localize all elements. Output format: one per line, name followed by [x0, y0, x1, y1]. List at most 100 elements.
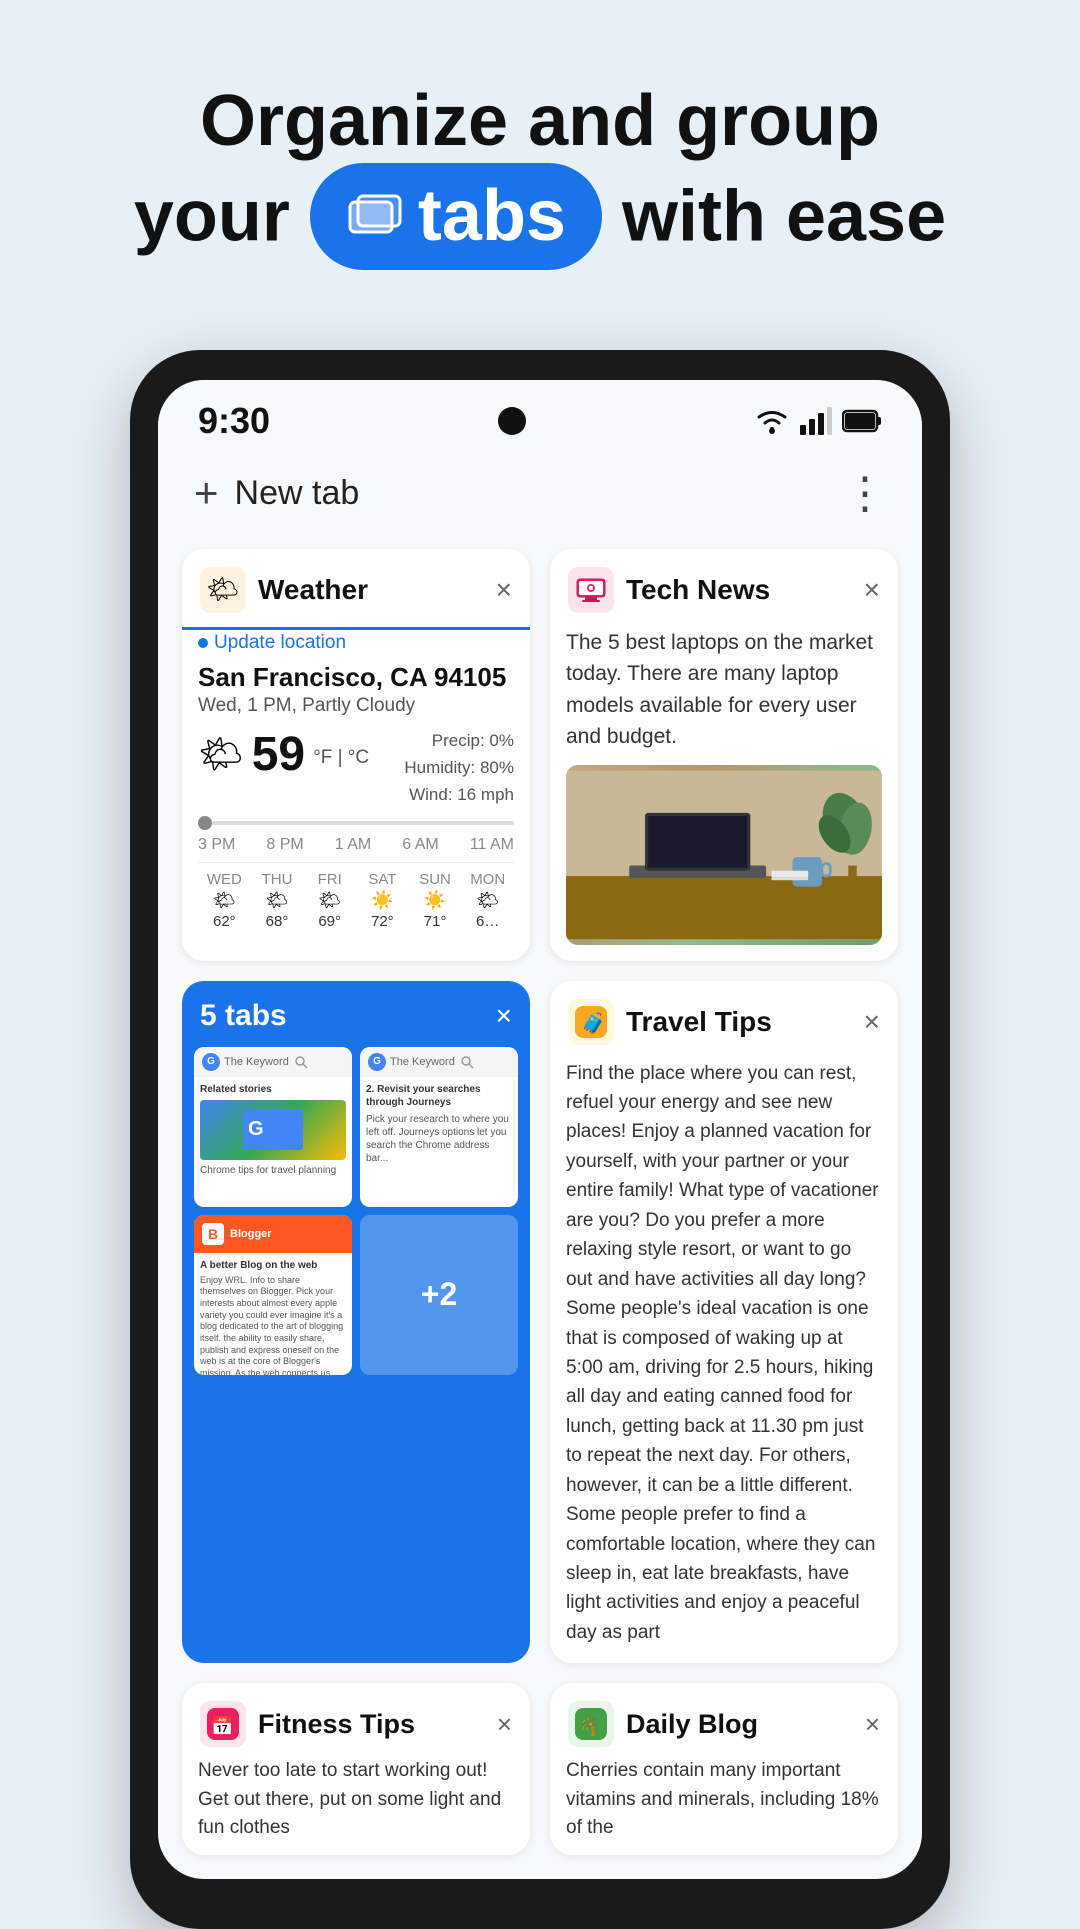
time-11am: 11 AM: [470, 836, 514, 854]
mini-tab-blogger[interactable]: B Blogger A better Blog on the web Enjoy…: [194, 1215, 352, 1375]
status-icons: [754, 407, 882, 435]
new-tab-label: New tab: [235, 474, 360, 513]
weather-emoji: 🌤: [198, 733, 244, 775]
fitness-tips-close-button[interactable]: ×: [497, 1709, 512, 1740]
svg-text:🧳: 🧳: [581, 1011, 606, 1035]
mini-tab-1-content: Related stories G Chrome tips for travel…: [194, 1077, 352, 1183]
tech-news-image: [566, 765, 882, 945]
fitness-tips-text: Never too late to start working out! Get…: [198, 1760, 501, 1838]
time-8pm: 8 PM: [266, 836, 303, 854]
mini-tab-1[interactable]: G The Keyword Related stories G: [194, 1047, 352, 1207]
hero-line1: Organize and group: [200, 81, 880, 161]
time-1am: 1 AM: [335, 836, 371, 854]
mini-tab-1-header: G The Keyword: [194, 1047, 352, 1077]
hero-line2-post: with ease: [622, 176, 946, 256]
travel-tips-card-content: Find the place where you can rest, refue…: [550, 1059, 898, 1664]
weather-icon: 🌤: [200, 567, 246, 613]
travel-tips-icon: 🧳: [568, 999, 614, 1045]
weather-temp-row: 🌤 59 °F | °C Precip: 0% Humidity: 80% Wi…: [198, 727, 514, 809]
weather-unit: °F | °C: [313, 747, 369, 769]
five-tabs-card[interactable]: 5 tabs × G The Keyword Related stories: [182, 981, 530, 1664]
forecast-wed: WED 🌤 62°: [198, 871, 251, 930]
weather-card-header: 🌤 Weather ×: [182, 549, 530, 627]
travel-tips-close-button[interactable]: ×: [864, 1008, 880, 1036]
plus2-badge[interactable]: +2: [360, 1215, 518, 1375]
daily-blog-icon: 🌴: [568, 1701, 614, 1747]
tech-news-card-content: The 5 best laptops on the market today. …: [550, 627, 898, 961]
daily-blog-close-button[interactable]: ×: [865, 1709, 880, 1740]
mini-tab-2-header: G The Keyword: [360, 1047, 518, 1077]
weather-times: 3 PM 8 PM 1 AM 6 AM 11 AM: [198, 836, 514, 854]
status-time: 9:30: [198, 400, 270, 442]
tabs-badge: tabs: [310, 163, 602, 270]
timeline-bar: [212, 821, 514, 825]
fitness-tips-content: Never too late to start working out! Get…: [182, 1757, 530, 1855]
forecast-fri: FRI 🌤 69°: [303, 871, 356, 930]
precip-label: Precip: 0%: [404, 727, 514, 754]
travel-tips-tab-card[interactable]: 🧳 Travel Tips × Find the place where you…: [550, 981, 898, 1664]
timeline-dot: [198, 816, 212, 830]
wind-label: Wind: 16 mph: [404, 781, 514, 808]
mini-tab-1-image: G: [200, 1100, 346, 1160]
phone-screen: 9:30: [158, 380, 922, 1879]
travel-tips-card-header: 🧳 Travel Tips ×: [550, 981, 898, 1059]
chrome-header: + New tab ⋮: [158, 452, 922, 539]
tabs-badge-label: tabs: [418, 175, 566, 258]
time-3pm: 3 PM: [198, 836, 235, 854]
weather-underline: [182, 627, 530, 630]
google-logo-2: G: [368, 1053, 386, 1071]
update-location-label: Update location: [214, 632, 346, 654]
fitness-tips-icon: 📅: [200, 1701, 246, 1747]
phone-mockup: 9:30: [130, 350, 950, 1929]
travel-tips-card-title: Travel Tips: [626, 1006, 852, 1038]
five-tabs-header: 5 tabs ×: [182, 981, 530, 1047]
tech-news-text: The 5 best laptops on the market today. …: [566, 627, 882, 753]
weather-details: Precip: 0% Humidity: 80% Wind: 16 mph: [404, 727, 514, 809]
forecast-thu: THU 🌤 68°: [251, 871, 304, 930]
fitness-tips-header: 📅 Fitness Tips ×: [182, 1683, 530, 1757]
weather-update-location[interactable]: Update location: [198, 632, 514, 654]
fitness-tips-card[interactable]: 📅 Fitness Tips × Never too late to start…: [182, 1683, 530, 1855]
five-tabs-close-button[interactable]: ×: [496, 1000, 512, 1032]
forecast-mon: MON 🌤 6…: [461, 871, 514, 930]
weather-condition: Wed, 1 PM, Partly Cloudy: [198, 695, 514, 717]
search-icon-mini: [293, 1054, 309, 1070]
hero-section: Organize and group your tabs with ease: [0, 0, 1080, 310]
plus-icon: +: [194, 469, 219, 517]
forecast-sat: SAT ☀️ 72°: [356, 871, 409, 930]
tabs-grid: 🌤 Weather × Update location San Francisc…: [158, 539, 922, 1684]
five-tabs-mini-grid: G The Keyword Related stories G: [182, 1047, 530, 1387]
mini-tab-1-url: The Keyword: [224, 1056, 289, 1068]
weather-close-button[interactable]: ×: [496, 576, 512, 604]
weather-card-title: Weather: [258, 574, 484, 606]
weather-card-content: Update location San Francisco, CA 94105 …: [182, 632, 530, 947]
weather-temperature: 59: [252, 727, 305, 782]
travel-tips-text: Find the place where you can rest, refue…: [566, 1059, 882, 1648]
forecast-sun: SUN ☀️ 71°: [409, 871, 462, 930]
hero-line2-pre: your: [134, 176, 290, 256]
weather-tab-card[interactable]: 🌤 Weather × Update location San Francisc…: [182, 549, 530, 961]
tech-news-close-button[interactable]: ×: [864, 576, 880, 604]
blogger-icon: B: [202, 1223, 224, 1245]
tech-news-tab-card[interactable]: Tech News × The 5 best laptops on the ma…: [550, 549, 898, 961]
new-tab-button[interactable]: + New tab: [194, 469, 359, 517]
weather-forecast-row: WED 🌤 62° THU 🌤 68° FRI 🌤 69°: [198, 862, 514, 930]
google-logo-1: G: [202, 1053, 220, 1071]
mini-tab-2[interactable]: G The Keyword 2. Revisit your searches t…: [360, 1047, 518, 1207]
humidity-label: Humidity: 80%: [404, 754, 514, 781]
signal-icon: [800, 407, 832, 435]
hero-text: Organize and group your tabs with ease: [0, 0, 1080, 310]
more-options-button[interactable]: ⋮: [843, 468, 886, 519]
blogger-content: A better Blog on the web Enjoy WRL. Info…: [194, 1253, 352, 1375]
weather-timeline: [198, 816, 514, 830]
weather-temp-left: 🌤 59 °F | °C: [198, 727, 369, 782]
blogger-title: Blogger: [230, 1228, 272, 1240]
tech-news-card-header: Tech News ×: [550, 549, 898, 627]
daily-blog-card[interactable]: 🌴 Daily Blog × Cherries contain many imp…: [550, 1683, 898, 1855]
bottom-cards-row: 📅 Fitness Tips × Never too late to start…: [158, 1683, 922, 1879]
fitness-tips-title: Fitness Tips: [258, 1709, 485, 1740]
status-bar: 9:30: [158, 380, 922, 452]
tech-news-icon: [568, 567, 614, 613]
svg-text:📅: 📅: [211, 1715, 233, 1736]
search-icon-mini-2: [459, 1054, 475, 1070]
